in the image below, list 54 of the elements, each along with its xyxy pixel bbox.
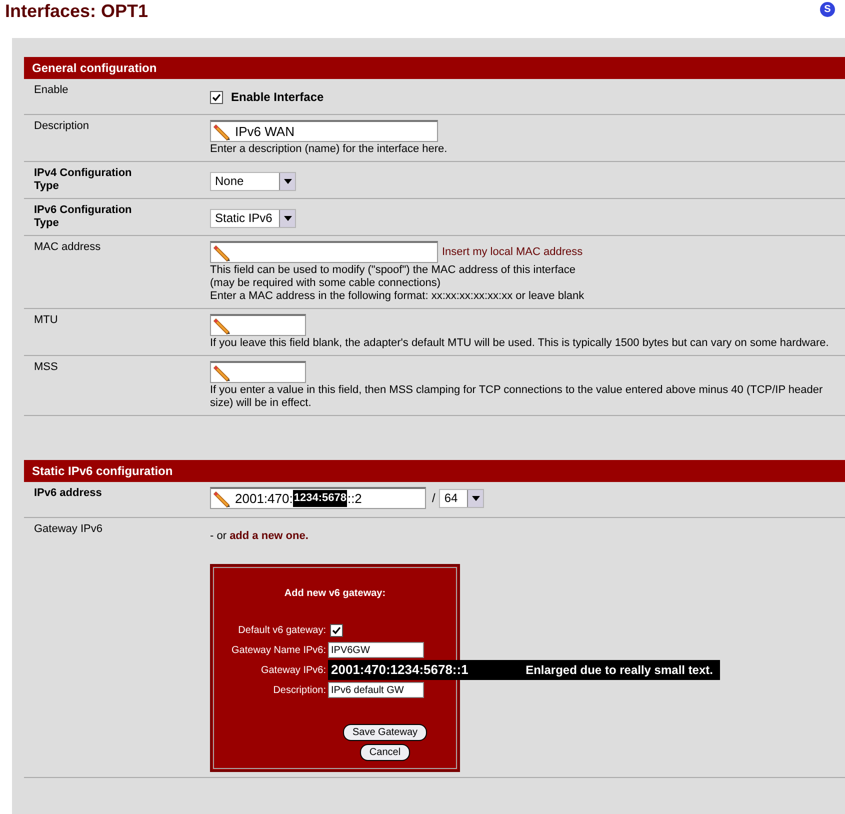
help-badge[interactable]: S: [820, 2, 835, 17]
pencil-icon: [213, 316, 231, 334]
pencil-icon: [213, 244, 231, 262]
input-field[interactable]: IPv6 WAN: [210, 120, 438, 142]
input-field[interactable]: 2001:470:1234:5678::2: [210, 487, 426, 509]
caret-icon: [279, 172, 295, 190]
field-label: Default v6 gateway:: [237, 624, 326, 638]
save-gateway-button[interactable]: Save Gateway: [343, 724, 427, 741]
dialog-title: Add new v6 gateway:: [284, 587, 386, 601]
dropdown[interactable]: Static IPv6: [210, 208, 296, 228]
field-label: Description: [34, 120, 90, 133]
pencil-icon: [213, 364, 231, 382]
field-label: Enable: [34, 84, 70, 97]
gateway-address: 2001:470:1234:5678::1: [331, 661, 468, 680]
field-label: Gateway Name IPv6:: [230, 644, 326, 658]
annotation-note: Enlarged due to really small text.: [526, 662, 714, 679]
gateway-text: - or add a new one.: [210, 530, 308, 542]
separator-text: /: [432, 490, 436, 507]
help-text: If you enter a value in this field, then MSS clamping for TCP connections to the value entered above minus 40 (TCP/IP header size) will be in effect.: [210, 384, 824, 410]
field-label: MAC address: [34, 241, 102, 254]
field-label: IPv6 Configuration Type: [34, 204, 133, 230]
dropdown[interactable]: 64: [439, 488, 484, 508]
section-header: Static IPv6 configuration: [24, 460, 845, 482]
field-label: MSS: [34, 361, 59, 374]
cancel-button[interactable]: Cancel: [360, 744, 410, 761]
section-header: General configuration: [24, 57, 845, 79]
input-field[interactable]: [210, 361, 306, 383]
highlight-label: 1234:5678: [292, 490, 348, 507]
field-label: Description:: [272, 684, 326, 698]
input-field[interactable]: [210, 314, 306, 336]
pencil-icon: [213, 122, 231, 140]
dropdown[interactable]: None: [210, 172, 296, 190]
help-text: If you leave this field blank, the adapter's default MTU will be used. This is typically 1500 bytes but can vary on some hardware.: [210, 337, 829, 350]
help-text: This field can be used to modify ("spoof") the MAC address of this interface: [210, 264, 576, 277]
checkbox-label: Enable Interface: [231, 89, 324, 106]
checkbox[interactable]: [330, 624, 343, 637]
help-text: (may be required with some cable connections): [210, 277, 442, 290]
mac-address-link[interactable]: Insert my local MAC address: [442, 244, 583, 260]
help-text: Enter a MAC address in the following format: xx:xx:xx:xx:xx:xx or leave blank: [210, 290, 586, 303]
add-gateway-link[interactable]: add a new one.: [230, 530, 308, 542]
field-label: IPv6 address: [34, 487, 103, 500]
field-label: Gateway IPv6:: [260, 664, 326, 678]
checkbox[interactable]: [210, 90, 223, 104]
input-field[interactable]: [210, 241, 438, 263]
caret-icon: [467, 490, 484, 506]
field-label: Gateway IPv6: [34, 523, 104, 536]
page-title: Interfaces: OPT1: [5, 0, 148, 22]
field-label: MTU: [34, 314, 59, 327]
caret-icon: [279, 210, 295, 226]
help-text: Enter a description (name) for the interface here.: [210, 143, 448, 156]
field-label: IPv4 Configuration Type: [34, 167, 133, 193]
input-field[interactable]: IPv6 default GW: [328, 682, 424, 698]
input-field[interactable]: IPV6GW: [328, 642, 424, 658]
pencil-icon: [213, 490, 231, 508]
